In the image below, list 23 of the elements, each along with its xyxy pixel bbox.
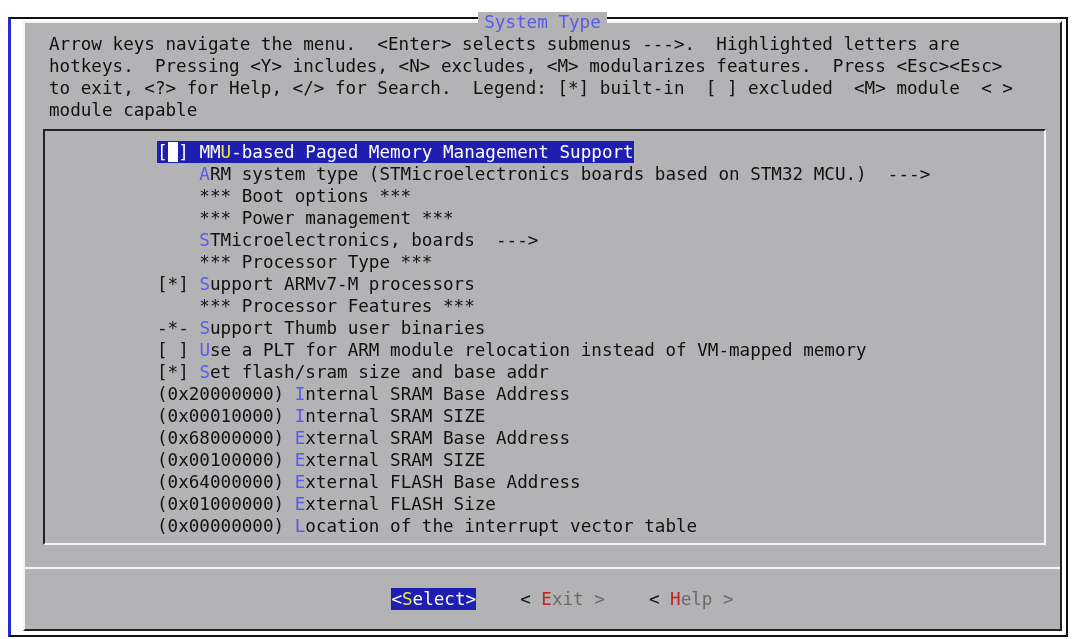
menu-item[interactable]: [*] Support ARMv7-M processors (157, 273, 475, 295)
menu-item[interactable]: (0x20000000) Internal SRAM Base Address (157, 383, 571, 405)
menu-item[interactable]: (0x00000000) Location of the interrupt vector table (157, 515, 698, 537)
menu-item[interactable]: (0x68000000) External SRAM Base Address (157, 427, 571, 449)
menu-item[interactable]: (0x01000000) External FLASH Size (157, 493, 496, 515)
dialog-button[interactable]: < Exit > (520, 588, 605, 610)
menu-item[interactable]: (0x00010000) Internal SRAM SIZE (157, 405, 486, 427)
menu-item[interactable]: *** Processor Features *** (157, 295, 475, 317)
menu-item[interactable]: *** Processor Type *** (157, 251, 433, 273)
menu-item[interactable]: [*] Set flash/sram size and base addr (157, 361, 549, 383)
help-text: Arrow keys navigate the menu. <Enter> selects submenus --->. Highlighted letters are hotkeys. Pressing <Y> includes, <N> excludes, <M> modularizes features. Press <Esc><Esc> to exit, <?> for Help, </> for Search. Legend: [*] built-in [ ] excluded <M> module < > module capable (48, 33, 1014, 121)
menu-item[interactable]: [ ] MMU-based Paged Memory Management Support (157, 141, 634, 163)
menu-item[interactable]: *** Boot options *** (157, 185, 412, 207)
dialog-button[interactable]: < Help > (648, 588, 734, 610)
dialog-title: System Type (478, 12, 607, 32)
menu-item[interactable]: [ ] Use a PLT for ARM module relocation instead of VM-mapped memory (157, 339, 867, 361)
menu-item[interactable]: *** Power management *** (157, 207, 454, 229)
menu-item[interactable]: STMicroelectronics, boards ---> (157, 229, 539, 251)
dialog-button[interactable]: <Select> (391, 588, 477, 610)
menu-item[interactable]: (0x64000000) External FLASH Base Address (157, 471, 581, 493)
menu-item[interactable]: (0x00100000) External SRAM SIZE (157, 449, 486, 471)
menu-item[interactable]: ARM system type (STMicroelectronics boards based on STM32 MCU.) ---> (157, 163, 931, 185)
menu-item[interactable]: -*- Support Thumb user binaries (157, 317, 486, 339)
